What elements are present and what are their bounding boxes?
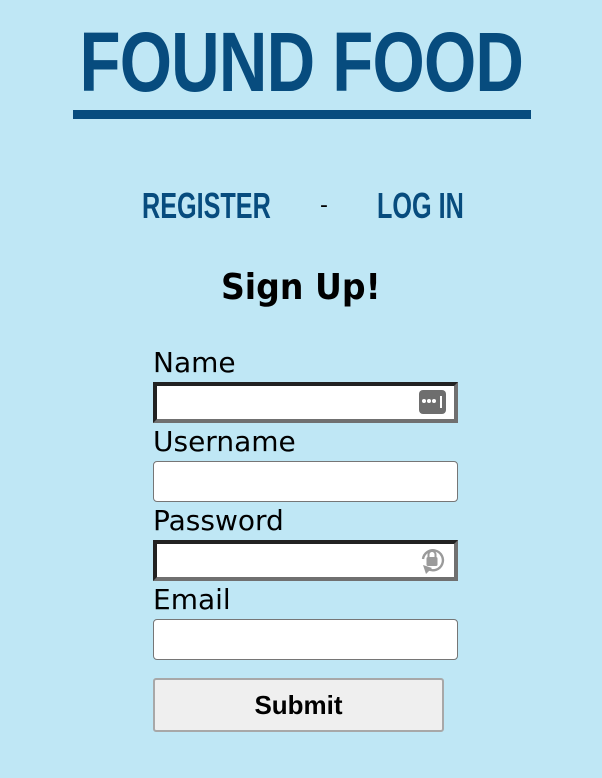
- nav-separator: -: [320, 193, 328, 218]
- name-label: Name: [153, 346, 236, 379]
- submit-button[interactable]: Submit: [153, 678, 444, 732]
- username-input[interactable]: [154, 462, 457, 501]
- signup-form: Name Username Password Email: [153, 344, 459, 660]
- top-nav: REGISTER - LOG IN: [0, 184, 602, 228]
- site-title-underline: [73, 110, 531, 119]
- email-field[interactable]: [153, 619, 458, 660]
- username-label: Username: [153, 425, 296, 458]
- register-link[interactable]: REGISTER: [142, 184, 326, 228]
- password-field[interactable]: [153, 540, 458, 581]
- login-link-label: LOG IN: [377, 185, 464, 226]
- register-link-label: REGISTER: [142, 185, 271, 226]
- site-title-text: FOUND FOOD: [79, 15, 523, 109]
- username-field[interactable]: [153, 461, 458, 502]
- login-link[interactable]: LOG IN: [377, 184, 501, 228]
- email-label: Email: [153, 583, 231, 616]
- password-manager-key-icon[interactable]: [419, 390, 446, 414]
- form-heading: Sign Up!: [0, 264, 602, 312]
- name-field[interactable]: [153, 382, 458, 423]
- email-input[interactable]: [154, 620, 457, 659]
- password-label: Password: [153, 504, 284, 537]
- form-heading-text: Sign Up!: [221, 267, 381, 308]
- password-input[interactable]: [157, 544, 454, 577]
- password-lock-icon[interactable]: [418, 546, 446, 576]
- signup-page: FOUND FOOD REGISTER - LOG IN Sign Up! Na…: [0, 0, 602, 778]
- site-title: FOUND FOOD: [0, 14, 602, 110]
- name-input[interactable]: [157, 386, 454, 419]
